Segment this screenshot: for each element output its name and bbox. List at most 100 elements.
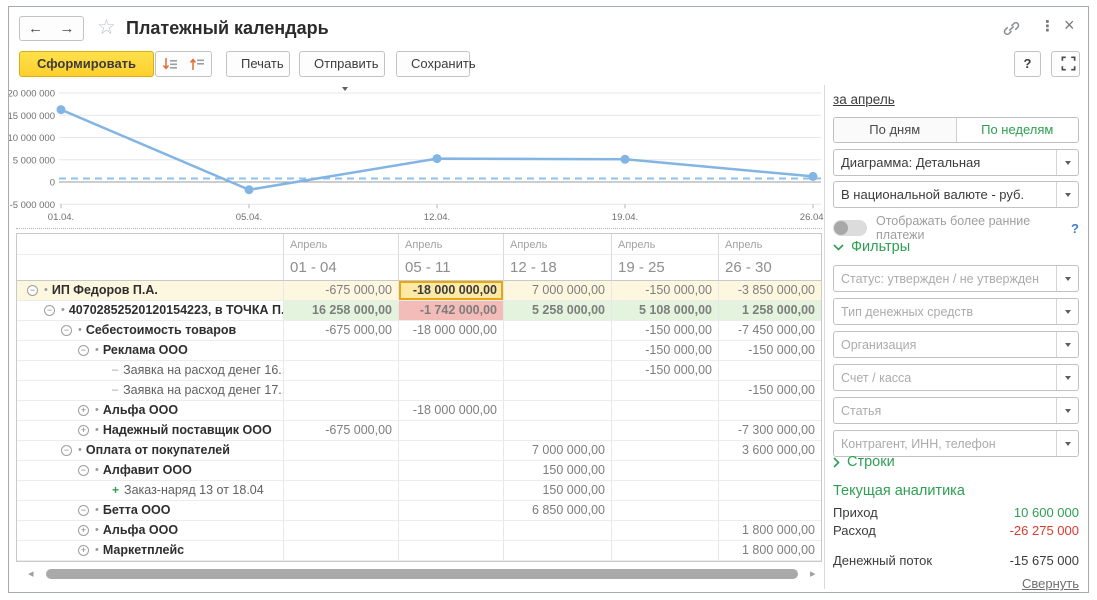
amount-cell[interactable] <box>612 501 719 521</box>
amount-cell[interactable] <box>399 481 504 501</box>
amount-cell[interactable] <box>612 521 719 541</box>
amount-cell[interactable]: 5 258 000,00 <box>504 301 612 321</box>
print-button[interactable]: Печать <box>226 51 290 77</box>
amount-cell[interactable] <box>612 441 719 461</box>
amount-cell[interactable] <box>284 501 399 521</box>
expander-plus-icon[interactable]: + <box>78 425 89 436</box>
expander-minus-icon[interactable]: − <box>61 325 72 336</box>
amount-cell[interactable] <box>284 481 399 501</box>
amount-cell[interactable]: 150 000,00 <box>504 481 612 501</box>
amount-cell[interactable]: -7 450 000,00 <box>719 321 821 341</box>
amount-cell[interactable] <box>284 361 399 381</box>
row-name-cell[interactable]: − • Алфавит ООО <box>17 461 284 481</box>
amount-cell[interactable]: 3 600 000,00 <box>719 441 821 461</box>
amount-cell[interactable] <box>612 541 719 561</box>
expander-plus-icon[interactable]: + <box>78 545 89 556</box>
amount-cell[interactable]: 1 800 000,00 <box>719 521 821 541</box>
period-link[interactable]: за апрель <box>833 92 895 107</box>
balance-chart[interactable]: 20 000 000 15 000 000 10 000 000 5 000 000 0… <box>9 87 825 229</box>
amount-cell[interactable]: -18 000 000,00 <box>399 281 504 301</box>
nav-forward-button[interactable]: → <box>51 16 84 41</box>
table-row[interactable]: − • ИП Федоров П.А. -675 000,00 -18 000 000,… <box>17 281 821 301</box>
amount-cell[interactable] <box>399 381 504 401</box>
amount-cell[interactable] <box>284 441 399 461</box>
amount-cell[interactable] <box>399 521 504 541</box>
expander-minus-icon[interactable]: − <box>61 445 72 456</box>
row-name-cell[interactable]: − • Бетта ООО <box>17 501 284 521</box>
expander-minus-icon[interactable]: − <box>27 285 38 296</box>
diagram-select[interactable]: Диаграмма: Детальная <box>833 149 1079 176</box>
column-range-label[interactable]: 01 - 04 <box>284 255 399 281</box>
row-name-cell[interactable]: + Заказ-наряд 13 от 18.04 <box>17 481 284 501</box>
amount-cell[interactable] <box>399 341 504 361</box>
column-range-label[interactable]: 19 - 25 <box>612 255 719 281</box>
amount-cell[interactable] <box>399 541 504 561</box>
row-name-cell[interactable]: – Заявка на расход денег 17... <box>17 381 284 401</box>
table-row[interactable]: − • 40702852520120154223, в ТОЧКА П... 16 2… <box>17 301 821 321</box>
save-button[interactable]: Сохранить <box>396 51 476 77</box>
amount-cell[interactable] <box>284 461 399 481</box>
table-row[interactable]: − • Оплата от покупателей 7 000 000,00 3 600… <box>17 441 821 461</box>
get-link-icon[interactable] <box>1002 19 1021 43</box>
amount-cell[interactable] <box>719 501 821 521</box>
amount-cell[interactable] <box>719 401 821 421</box>
amount-cell[interactable] <box>504 361 612 381</box>
amount-cell[interactable] <box>504 401 612 421</box>
amount-cell[interactable] <box>504 421 612 441</box>
row-name-cell[interactable]: + • Альфа ООО <box>17 401 284 421</box>
amount-cell[interactable] <box>612 401 719 421</box>
table-row[interactable]: – Заявка на расход денег 16... -150 000,00 <box>17 361 821 381</box>
expander-minus-icon[interactable]: − <box>44 305 55 316</box>
table-row[interactable]: + • Надежный поставщик ООО -675 000,00 -7 30… <box>17 421 821 441</box>
amount-cell[interactable] <box>284 521 399 541</box>
favorite-star-icon[interactable]: ☆ <box>97 15 116 40</box>
column-range-label[interactable]: 12 - 18 <box>504 255 612 281</box>
more-menu-icon[interactable]: ⋮ <box>1040 17 1055 35</box>
scroll-right-icon[interactable]: ▸ <box>810 567 816 580</box>
filters-section-header[interactable]: Фильтры <box>833 239 1079 255</box>
table-row[interactable]: − • Алфавит ООО 150 000,00 <box>17 461 821 481</box>
table-row[interactable]: − • Реклама ООО -150 000,00 -150 000,00 <box>17 341 821 361</box>
filter-select[interactable]: Контрагент, ИНН, телефон <box>833 430 1079 457</box>
amount-cell[interactable] <box>284 341 399 361</box>
amount-cell[interactable]: -18 000 000,00 <box>399 401 504 421</box>
amount-cell[interactable]: 16 258 000,00 <box>284 301 399 321</box>
horizontal-scrollbar[interactable]: ◂ ▸ <box>16 566 822 582</box>
collapse-link[interactable]: Свернуть <box>1022 576 1079 591</box>
collapse-groups-button[interactable] <box>183 51 212 77</box>
filter-select[interactable]: Статус: утвержден / не утвержден <box>833 265 1079 292</box>
amount-cell[interactable] <box>284 401 399 421</box>
row-name-cell[interactable]: − • ИП Федоров П.А. <box>17 281 284 301</box>
filter-select[interactable]: Тип денежных средств <box>833 298 1079 325</box>
close-icon[interactable]: × <box>1064 15 1075 36</box>
row-name-cell[interactable]: − • Реклама ООО <box>17 341 284 361</box>
amount-cell[interactable]: -150 000,00 <box>719 341 821 361</box>
amount-cell[interactable] <box>284 541 399 561</box>
amount-cell[interactable] <box>719 481 821 501</box>
amount-cell[interactable]: 6 850 000,00 <box>504 501 612 521</box>
earlier-payments-toggle[interactable] <box>833 220 867 236</box>
amount-cell[interactable] <box>504 381 612 401</box>
amount-cell[interactable] <box>399 421 504 441</box>
column-range-label[interactable]: 26 - 30 <box>719 255 821 281</box>
amount-cell[interactable]: -7 300 000,00 <box>719 421 821 441</box>
amount-cell[interactable] <box>399 361 504 381</box>
row-name-cell[interactable]: − • Оплата от покупателей <box>17 441 284 461</box>
amount-cell[interactable] <box>504 341 612 361</box>
amount-cell[interactable] <box>399 441 504 461</box>
amount-cell[interactable]: -1 742 000,00 <box>399 301 504 321</box>
table-row[interactable]: + • Маркетплейс 1 800 000,00 <box>17 541 821 561</box>
amount-cell[interactable] <box>719 461 821 481</box>
row-name-cell[interactable]: – Заявка на расход денег 16... <box>17 361 284 381</box>
row-name-cell[interactable]: − • Себестоимость товаров <box>17 321 284 341</box>
nav-back-button[interactable]: ← <box>19 16 52 41</box>
table-row[interactable]: – Заявка на расход денег 17... -150 000,00 <box>17 381 821 401</box>
table-row[interactable]: + • Альфа ООО -18 000 000,00 <box>17 401 821 421</box>
amount-cell[interactable] <box>612 461 719 481</box>
rows-section-header[interactable]: Строки <box>833 454 1079 470</box>
amount-cell[interactable] <box>612 421 719 441</box>
amount-cell[interactable] <box>399 501 504 521</box>
amount-cell[interactable]: 7 000 000,00 <box>504 281 612 301</box>
table-row[interactable]: + Заказ-наряд 13 от 18.04 150 000,00 <box>17 481 821 501</box>
row-name-cell[interactable]: + • Надежный поставщик ООО <box>17 421 284 441</box>
